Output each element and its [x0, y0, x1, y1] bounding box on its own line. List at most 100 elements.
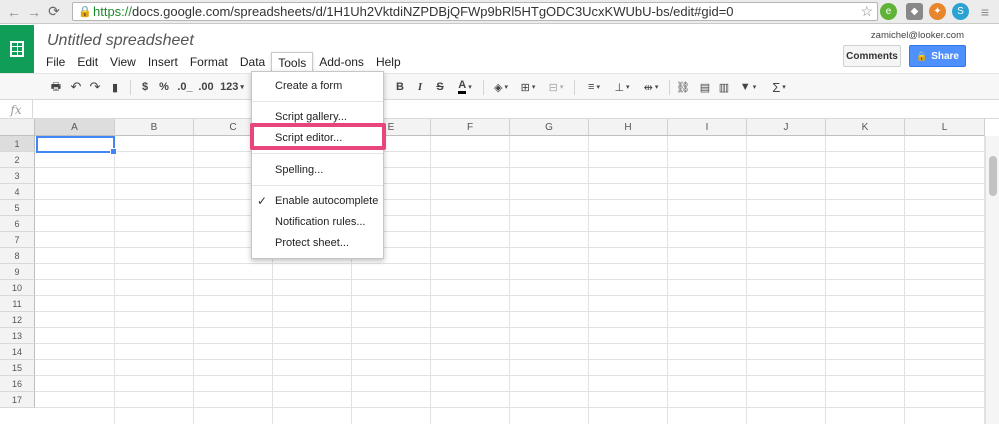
row-header-10[interactable]: 10 [0, 280, 35, 296]
scrollbar-thumb[interactable] [989, 156, 997, 196]
grid-row-line [35, 391, 985, 392]
select-all-corner[interactable] [0, 119, 35, 136]
grid-row-line [35, 231, 985, 232]
increase-decimal-button[interactable]: .00 [197, 78, 215, 96]
comments-button[interactable]: Comments [843, 45, 901, 67]
row-header-1[interactable]: 1 [0, 136, 35, 152]
text-wrap-icon[interactable]: ⇹ ▾ [638, 78, 664, 96]
row-header-11[interactable]: 11 [0, 296, 35, 312]
paint-format-icon[interactable]: ▮ [107, 78, 123, 96]
merge-cells-icon[interactable]: ⊟ ▾ [544, 78, 568, 96]
horizontal-align-icon[interactable]: ≡ ▾ [582, 78, 606, 96]
insert-chart-icon[interactable]: ▥ [716, 78, 732, 96]
row-header-6[interactable]: 6 [0, 216, 35, 232]
user-email[interactable]: zamichel@looker.com [871, 30, 964, 41]
extension-shield-icon[interactable]: S [952, 3, 969, 20]
menu-item-autocomplete[interactable]: ✓ Enable autocomplete [252, 191, 383, 211]
insert-link-icon[interactable]: ⛓ [675, 78, 691, 96]
italic-button[interactable]: I [413, 78, 427, 96]
print-icon[interactable]: 🖶 [48, 78, 64, 96]
column-header-k[interactable]: K [826, 119, 905, 136]
currency-format-button[interactable]: $ [138, 78, 152, 96]
percent-format-button[interactable]: % [157, 78, 171, 96]
redo-icon[interactable]: ↷ [87, 78, 103, 96]
decrease-decimal-button[interactable]: .0_ [176, 78, 194, 96]
vertical-align-icon[interactable]: ⊥ ▾ [610, 78, 634, 96]
grid-row-line [35, 263, 985, 264]
strikethrough-button[interactable]: S [433, 78, 447, 96]
undo-icon[interactable]: ↶ [68, 78, 84, 96]
menu-addons[interactable]: Add-ons [313, 52, 370, 72]
insert-comment-icon[interactable]: ▤ [697, 78, 713, 96]
reload-icon[interactable]: ⟳ [44, 2, 64, 22]
menu-data[interactable]: Data [234, 52, 271, 72]
menu-item-spelling[interactable]: Spelling... [252, 160, 383, 180]
column-header-f[interactable]: F [431, 119, 510, 136]
chrome-menu-icon[interactable]: ≡ [975, 2, 995, 22]
address-bar[interactable]: 🔒 https://docs.google.com/spreadsheets/d… [72, 2, 878, 21]
menu-item-create-form[interactable]: Create a form [252, 76, 383, 96]
menu-format[interactable]: Format [184, 52, 234, 72]
grid-row-line [35, 295, 985, 296]
row-header-5[interactable]: 5 [0, 200, 35, 216]
menu-item-notification-rules[interactable]: Notification rules... [252, 212, 383, 232]
active-cell-a1[interactable] [36, 136, 117, 155]
column-header-j[interactable]: J [747, 119, 826, 136]
grid-row-line [35, 311, 985, 312]
toolbar-divider [130, 80, 131, 95]
functions-button[interactable]: Σ ▾ [767, 78, 791, 96]
column-header-l[interactable]: L [905, 119, 985, 136]
row-header-17[interactable]: 17 [0, 392, 35, 408]
bookmark-star-icon[interactable]: ☆ [860, 3, 873, 20]
toolbar-divider [483, 80, 484, 95]
vertical-scrollbar[interactable] [985, 136, 999, 424]
row-header-14[interactable]: 14 [0, 344, 35, 360]
more-formats-label: 123 [220, 81, 239, 93]
menu-insert[interactable]: Insert [142, 52, 184, 72]
column-header-a[interactable]: A [35, 119, 115, 136]
menu-file[interactable]: File [40, 52, 71, 72]
menu-tools[interactable]: Tools [271, 52, 314, 72]
sheets-logo-icon[interactable] [0, 25, 34, 73]
menu-item-protect-sheet[interactable]: Protect sheet... [252, 233, 383, 253]
row-header-9[interactable]: 9 [0, 264, 35, 280]
row-header-16[interactable]: 16 [0, 376, 35, 392]
borders-icon[interactable]: ⊞ ▾ [516, 78, 540, 96]
row-header-12[interactable]: 12 [0, 312, 35, 328]
row-header-3[interactable]: 3 [0, 168, 35, 184]
fill-color-icon[interactable]: ◈ ▾ [489, 78, 513, 96]
formula-input[interactable] [34, 100, 999, 119]
extension-fox-icon[interactable]: ✦ [929, 3, 946, 20]
share-button[interactable]: 🔒 Share [909, 45, 966, 67]
row-header-4[interactable]: 4 [0, 184, 35, 200]
chevron-down-icon: ▾ [782, 84, 786, 91]
extension-leaf-icon[interactable]: ◆ [906, 3, 923, 20]
filter-icon[interactable]: ▼ ▾ [737, 78, 759, 96]
grid-column-line [825, 136, 826, 424]
menu-view[interactable]: View [104, 52, 142, 72]
menu-edit[interactable]: Edit [71, 52, 104, 72]
column-header-i[interactable]: I [668, 119, 747, 136]
extension-evernote-icon[interactable]: e [880, 3, 897, 20]
menu-divider [252, 101, 383, 102]
tools-menu-dropdown: Create a form Script gallery... Script e… [251, 71, 384, 259]
more-formats-button[interactable]: 123 ▾ [217, 78, 247, 96]
row-header-13[interactable]: 13 [0, 328, 35, 344]
row-header-15[interactable]: 15 [0, 360, 35, 376]
column-header-h[interactable]: H [589, 119, 668, 136]
checkmark-icon: ✓ [257, 194, 268, 208]
row-header-7[interactable]: 7 [0, 232, 35, 248]
grid-column-line [193, 136, 194, 424]
row-header-2[interactable]: 2 [0, 152, 35, 168]
text-color-button[interactable]: A ▾ [452, 78, 478, 96]
column-header-g[interactable]: G [510, 119, 589, 136]
app-header: Untitled spreadsheet File Edit View Inse… [0, 25, 999, 73]
menu-help[interactable]: Help [370, 52, 407, 72]
bold-button[interactable]: B [393, 78, 407, 96]
grid-row-line [35, 343, 985, 344]
row-header-8[interactable]: 8 [0, 248, 35, 264]
forward-arrow-icon[interactable]: → [24, 2, 44, 22]
document-title[interactable]: Untitled spreadsheet [47, 32, 194, 50]
back-arrow-icon[interactable]: ← [4, 2, 24, 22]
column-header-b[interactable]: B [115, 119, 194, 136]
